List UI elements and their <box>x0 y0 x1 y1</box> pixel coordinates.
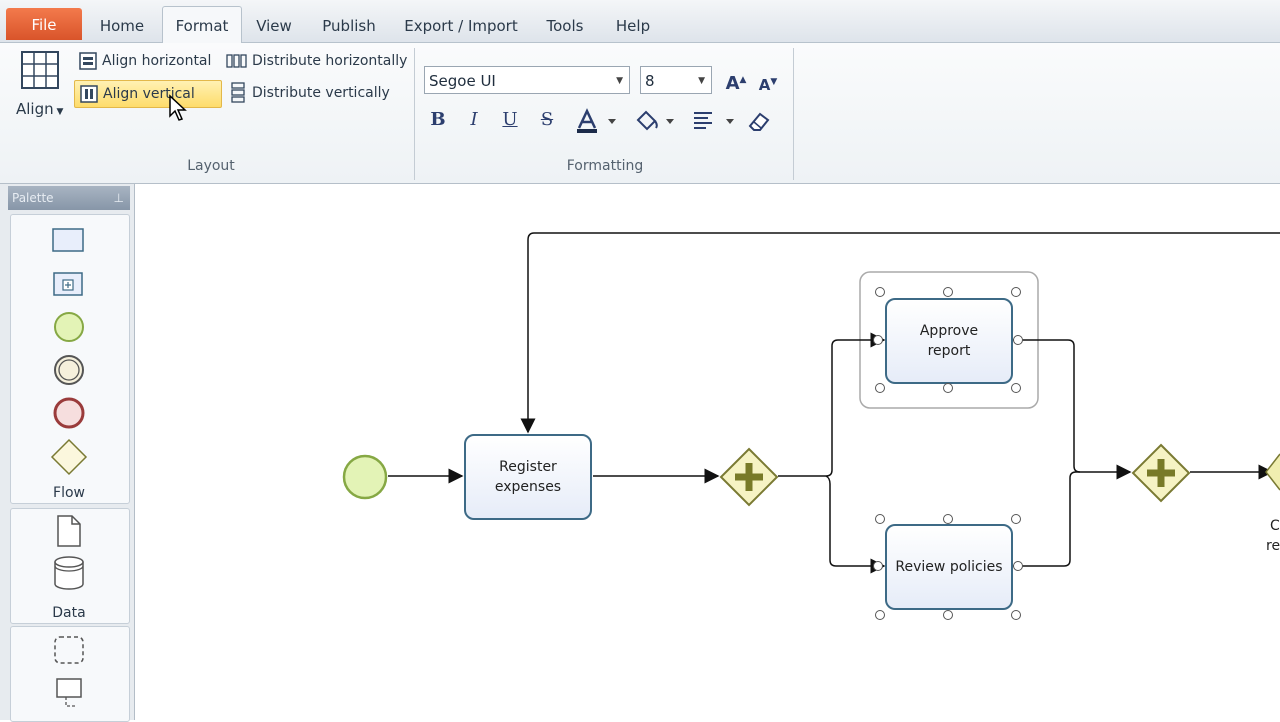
resize-handle[interactable] <box>875 383 885 393</box>
resize-handle[interactable] <box>875 514 885 524</box>
resize-handle[interactable] <box>1011 287 1021 297</box>
resize-handle[interactable] <box>1011 383 1021 393</box>
resize-handle[interactable] <box>873 335 883 345</box>
resize-handle[interactable] <box>1013 561 1023 571</box>
resize-handle[interactable] <box>943 383 953 393</box>
resize-handle[interactable] <box>875 287 885 297</box>
start-event[interactable] <box>341 453 389 501</box>
partial-gateway <box>1265 453 1280 491</box>
flow-approve-to-join <box>1013 339 1081 473</box>
task-register-expenses[interactable]: Register expenses <box>464 434 592 520</box>
partial-element-label: C <box>1270 518 1280 534</box>
resize-handle[interactable] <box>943 610 953 620</box>
partial-element-label: re <box>1266 538 1280 554</box>
task-approve-report[interactable]: Approve report <box>885 298 1013 384</box>
resize-handle[interactable] <box>873 561 883 571</box>
tab-format[interactable]: Format <box>162 6 242 43</box>
resize-handle[interactable] <box>875 610 885 620</box>
resize-handle[interactable] <box>1011 514 1021 524</box>
diagram-connectors <box>388 232 1280 574</box>
resize-handle[interactable] <box>943 287 953 297</box>
parallel-gateway-join[interactable] <box>1130 442 1192 504</box>
flow-review-to-join <box>1013 464 1132 567</box>
parallel-gateway-split[interactable] <box>718 446 780 508</box>
resize-handle[interactable] <box>943 514 953 524</box>
resize-handle[interactable] <box>1013 335 1023 345</box>
task-review-policies[interactable]: Review policies <box>885 524 1013 610</box>
resize-handle[interactable] <box>1011 610 1021 620</box>
